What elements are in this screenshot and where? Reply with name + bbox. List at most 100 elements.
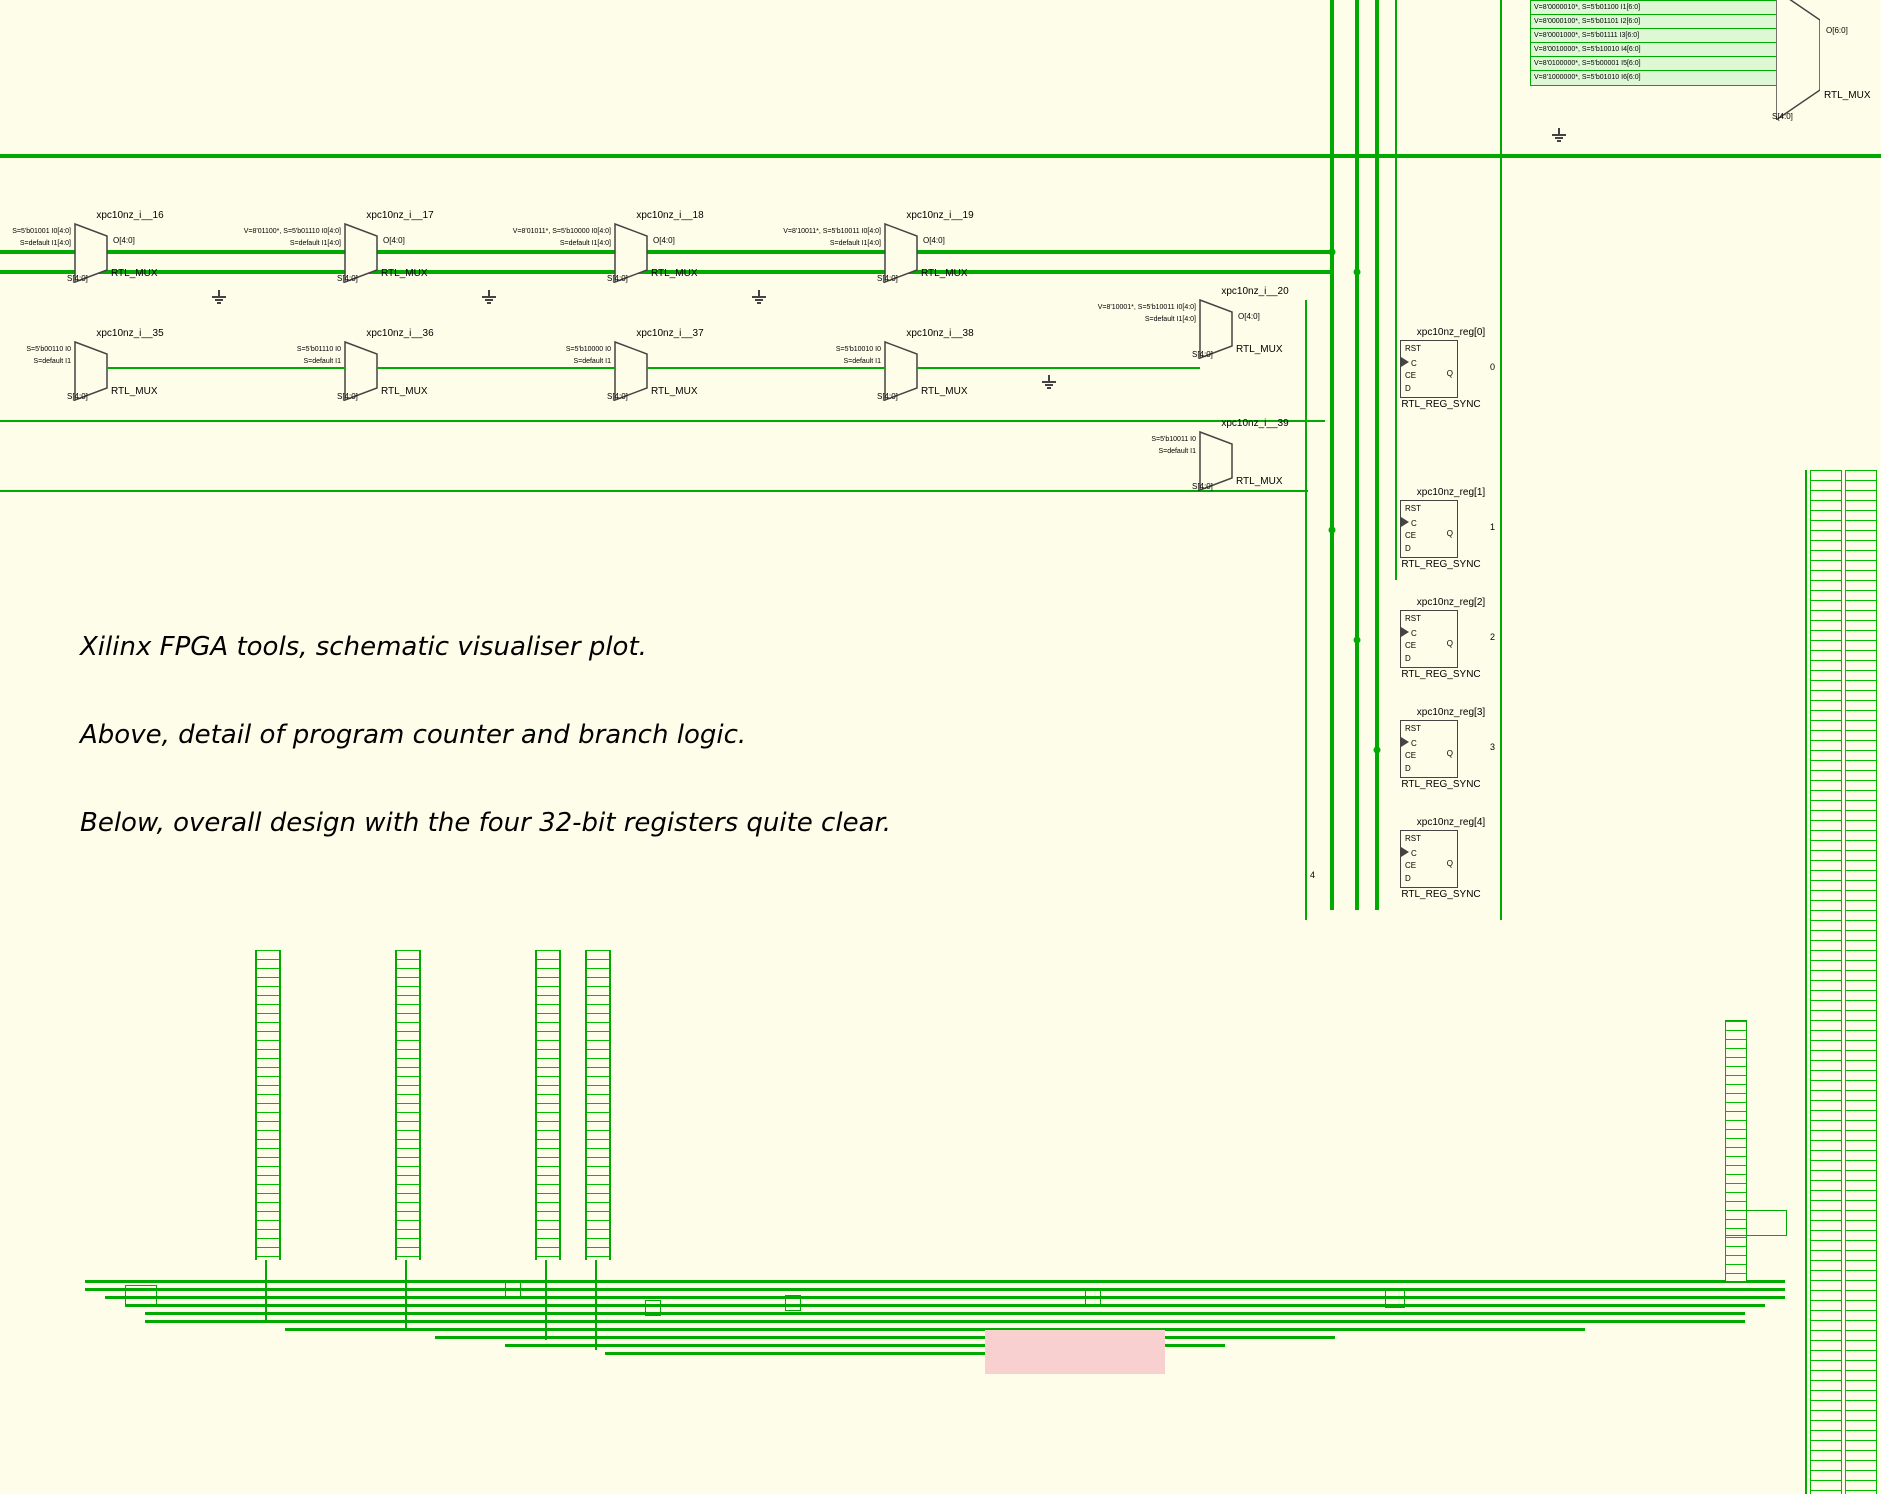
mux-in0: V=8'01100*, S=5'b01110 I0[4:0] — [244, 228, 341, 235]
reg-xpc10nz_reg2: xpc10nz_reg[2] RST C CE D Q RTL_REG_SYNC — [1400, 610, 1458, 668]
mux-sel: S[4:0] — [337, 392, 358, 401]
overview-register-column — [255, 950, 281, 1260]
schematic-canvas[interactable]: V=8'0000010*, S=5'b01100 I1[6:0] V=8'000… — [0, 0, 1881, 1494]
mux-out: O[4:0] — [1238, 312, 1260, 321]
reg-title: xpc10nz_reg[1] — [1381, 487, 1521, 498]
clock-triangle-icon — [1401, 737, 1409, 747]
mux-in1: S=default I1[4:0] — [290, 240, 341, 247]
mux-type: RTL_MUX — [381, 268, 428, 279]
reg-pin-c: C — [1411, 519, 1417, 528]
mux-sel: S[4:0] — [1192, 350, 1213, 359]
reg-pin-d: D — [1405, 384, 1411, 393]
clock-triangle-icon — [1401, 517, 1409, 527]
reg-pin-rst: RST — [1405, 614, 1421, 623]
overview-register-column — [585, 950, 611, 1260]
overview-highlight-region — [985, 1330, 1165, 1374]
wire — [647, 367, 885, 369]
reg-pin-ce: CE — [1405, 371, 1416, 380]
overview-cell — [785, 1295, 801, 1311]
mux-type: RTL_MUX — [651, 386, 698, 397]
overview-wire — [595, 1260, 597, 1350]
reg-pin-rst: RST — [1405, 344, 1421, 353]
register-bank-stack — [1845, 470, 1877, 1494]
overview-bus — [85, 1280, 1785, 1283]
overview-wire — [405, 1260, 407, 1330]
reg-pin-q: Q — [1447, 859, 1453, 868]
junction-dot — [1329, 527, 1336, 534]
wire — [0, 490, 1308, 492]
reg-title: xpc10nz_reg[3] — [1381, 707, 1521, 718]
overview-cell — [1085, 1290, 1101, 1306]
wire — [0, 420, 1325, 422]
overview-cell — [645, 1300, 661, 1316]
mux-title: xpc10nz_i__17 — [325, 210, 475, 221]
mux-sel: S[4:0] — [607, 392, 628, 401]
mux-title: xpc10nz_i__37 — [595, 328, 745, 339]
mux-in1: S=default I1 — [303, 358, 341, 365]
mux-in0: S=5'b10010 I0 — [836, 346, 881, 353]
rom-mux-out: O[6:0] — [1826, 26, 1848, 35]
reg-title: xpc10nz_reg[2] — [1381, 597, 1521, 608]
overview-bus — [105, 1296, 1785, 1299]
mux-out: O[4:0] — [653, 236, 675, 245]
mux-xpc10nz_i__36: xpc10nz_i__36 S=5'b01110 I0 S=default I1… — [345, 342, 377, 400]
reg-pin-rst: RST — [1405, 724, 1421, 733]
mux-title: xpc10nz_i__18 — [595, 210, 745, 221]
bus-wire — [0, 154, 1881, 158]
clock-triangle-icon — [1401, 357, 1409, 367]
reg-pin-d: D — [1405, 874, 1411, 883]
rom-mux-trapezoid: O[6:0] S[4:0] RTL_MUX — [1776, 0, 1820, 120]
junction-dot — [1354, 269, 1361, 276]
reg-type: RTL_REG_SYNC — [1371, 559, 1511, 570]
reg-pin-d: D — [1405, 544, 1411, 553]
mux-xpc10nz_i__20: xpc10nz_i__20 V=8'10001*, S=5'b10011 I0[… — [1200, 300, 1232, 358]
reg-q-net: 1 — [1490, 522, 1495, 532]
reg-pin-ce: CE — [1405, 531, 1416, 540]
bus-wire — [1375, 0, 1379, 910]
reg-pin-c: C — [1411, 849, 1417, 858]
mux-in0: S=5'b00110 I0 — [26, 346, 71, 353]
mux-sel: S[4:0] — [67, 392, 88, 401]
mux-in1: S=default I1[4:0] — [20, 240, 71, 247]
mux-title: xpc10nz_i__36 — [325, 328, 475, 339]
mux-in1: S=default I1[4:0] — [1145, 316, 1196, 323]
reg-pin-ce: CE — [1405, 751, 1416, 760]
reg-pin-q: Q — [1447, 369, 1453, 378]
reg-type: RTL_REG_SYNC — [1371, 779, 1511, 790]
mux-type: RTL_MUX — [111, 268, 158, 279]
mux-sel: S[4:0] — [1192, 482, 1213, 491]
mux-in0: S=5'b01001 I0[4:0] — [12, 228, 71, 235]
reg-pin-ce: CE — [1405, 641, 1416, 650]
caption-line-2: Above, detail of program counter and bra… — [80, 720, 746, 750]
mux-in0: V=8'10001*, S=5'b10011 I0[4:0] — [1098, 304, 1196, 311]
mux-title: xpc10nz_i__19 — [865, 210, 1015, 221]
reg-pin-rst: RST — [1405, 834, 1421, 843]
mux-sel: S[4:0] — [877, 274, 898, 283]
overview-cell — [1385, 1288, 1405, 1308]
clock-triangle-icon — [1401, 627, 1409, 637]
reg-pin-ce: CE — [1405, 861, 1416, 870]
reg-pin-c: C — [1411, 629, 1417, 638]
mux-xpc10nz_i__18: xpc10nz_i__18 V=8'01011*, S=5'b10000 I0[… — [615, 224, 647, 282]
wire — [377, 367, 615, 369]
reg-title: xpc10nz_reg[0] — [1381, 327, 1521, 338]
mux-in0: V=8'01011*, S=5'b10000 I0[4:0] — [513, 228, 611, 235]
junction-dot — [1329, 249, 1336, 256]
overview-schematic — [85, 950, 1835, 1490]
mux-type: RTL_MUX — [381, 386, 428, 397]
mux-type: RTL_MUX — [921, 268, 968, 279]
ground-symbol — [1550, 128, 1568, 140]
reg-title: xpc10nz_reg[4] — [1381, 817, 1521, 828]
overview-cell — [125, 1285, 157, 1305]
reg-pin-d: D — [1405, 654, 1411, 663]
reg-pin-q: Q — [1447, 639, 1453, 648]
mux-xpc10nz_i__35: xpc10nz_i__35 S=5'b00110 I0 S=default I1… — [75, 342, 107, 400]
mux-in1: S=default I1[4:0] — [830, 240, 881, 247]
mux-type: RTL_MUX — [1236, 476, 1283, 487]
mux-title: xpc10nz_i__20 — [1180, 286, 1330, 297]
overview-register-column — [535, 950, 561, 1260]
mux-xpc10nz_i__37: xpc10nz_i__37 S=5'b10000 I0 S=default I1… — [615, 342, 647, 400]
mux-type: RTL_MUX — [1236, 344, 1283, 355]
reg-xpc10nz_reg1: xpc10nz_reg[1] RST C CE D Q RTL_REG_SYNC — [1400, 500, 1458, 558]
overview-bus — [145, 1312, 1745, 1315]
